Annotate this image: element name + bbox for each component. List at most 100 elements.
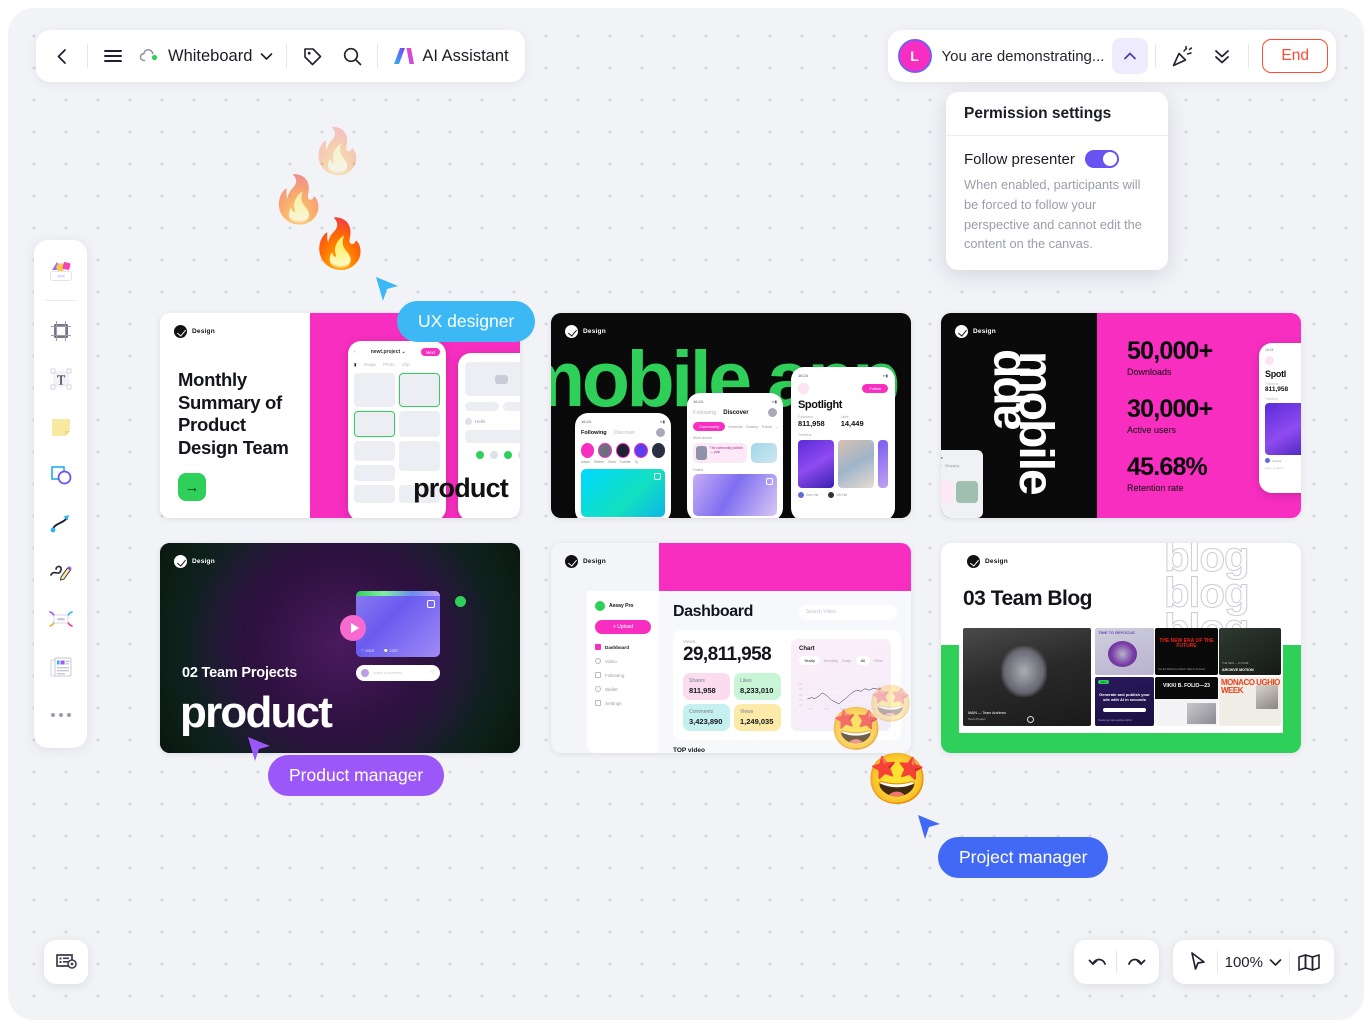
text-icon: T xyxy=(50,368,71,390)
whiteboard-canvas[interactable]: Design Monthly Summary of Product Design… xyxy=(8,8,1364,1020)
zoom-level-value: 100% xyxy=(1224,953,1263,971)
rail-item-comment[interactable] xyxy=(40,597,82,641)
card4-play-bubble xyxy=(340,615,366,641)
rail-item-pen[interactable] xyxy=(40,549,82,593)
rail-item-frame[interactable] xyxy=(40,309,82,353)
card6-tile-4: New Generate and publish your site with … xyxy=(1095,677,1154,726)
document-name-button[interactable]: Whiteboard xyxy=(133,36,281,76)
card1-arrow-button[interactable]: → xyxy=(178,473,206,502)
card6-title: 03 Team Blog xyxy=(963,587,1092,610)
rail-divider xyxy=(45,300,76,301)
card4-design-badge: Design xyxy=(174,555,215,568)
card5-stat-0: Shares 811,958 xyxy=(683,673,730,700)
cloud-icon xyxy=(139,49,158,62)
presenter-collapse-button[interactable] xyxy=(1112,38,1149,74)
card3-design-badge: Design xyxy=(955,325,996,338)
toolbar-divider xyxy=(377,44,379,68)
check-badge-icon xyxy=(174,325,187,338)
rail-item-more[interactable] xyxy=(40,693,82,737)
tool-rail[interactable]: T xyxy=(34,240,87,748)
undo-button[interactable] xyxy=(1078,944,1116,980)
card5-design-badge: Design xyxy=(565,555,606,568)
card1-pink-panel: ‹ newt.project ⌄ Next ▮ImagePhotoClip xyxy=(310,313,520,518)
board-card-stats[interactable]: Design mobile app FollowingDiscover Comm… xyxy=(941,313,1301,518)
rail-item-sticky-note[interactable] xyxy=(40,405,82,449)
board-card-team-projects[interactable]: Design ♡ 2018 💬 1307 Leave a comment... ♡… xyxy=(160,543,520,753)
fire-reaction-trail-2: 🔥 xyxy=(270,173,328,225)
board-card-team-blog[interactable]: Design blog blog blog 03 Team Blog MAIN … xyxy=(941,543,1301,753)
card2-phone-left: 16:24 ▪▪▮ Following Discover Adam Tebbie… xyxy=(575,413,671,518)
svg-text:Feb 03: Feb 03 xyxy=(824,709,829,711)
svg-text:4000: 4000 xyxy=(799,689,803,691)
card5-search-input[interactable]: Search Video xyxy=(799,604,897,620)
frame-icon xyxy=(50,321,71,341)
svg-text:3000: 3000 xyxy=(799,694,803,696)
top-toolbar: Whiteboard AI Assistant xyxy=(36,30,525,82)
svg-text:T: T xyxy=(56,374,65,389)
undo-icon xyxy=(1088,958,1106,965)
card2-phone-spotlight: 16:24 ▪▪▮ Follow Spotlight Followers 811,… xyxy=(791,367,895,518)
rail-item-document[interactable] xyxy=(40,645,82,689)
card4-eyebrow: 02 Team Projects xyxy=(182,665,298,681)
comment-icon xyxy=(48,611,73,627)
follow-presenter-toggle[interactable] xyxy=(1084,150,1119,168)
toolbar-divider xyxy=(87,44,88,68)
rail-item-text[interactable]: T xyxy=(40,357,82,401)
card6-tile-5: VIKKI B. FOLIO—23 xyxy=(1155,677,1218,726)
zoom-level-button[interactable]: 100% xyxy=(1218,944,1289,980)
card6-tile-6: MONACO UGHIO WEEK xyxy=(1219,677,1281,726)
card5-stat-3: Views 1,249,035 xyxy=(734,704,781,731)
card3-black-panel: Design mobile app FollowingDiscover Comm… xyxy=(941,313,1097,518)
cursor-product-manager-label: Product manager xyxy=(268,755,445,796)
permission-settings-popover: Permission settings Follow presenter Whe… xyxy=(946,92,1168,271)
card3-vertical-word-app: app xyxy=(978,351,1031,431)
ai-assistant-button[interactable]: AI Assistant xyxy=(383,36,518,76)
hamburger-icon xyxy=(104,50,122,62)
card6-tile-main: MAIN — Team Archives Team Project xyxy=(963,628,1091,726)
cursor-ux-designer: UX designer xyxy=(374,275,536,342)
card5-pink-header xyxy=(659,543,911,591)
board-card-mobile-app[interactable]: Design mobile app 16:24 ▪▪▮ Following Dis… xyxy=(551,313,911,518)
party-popper-icon xyxy=(1172,45,1193,66)
follow-presenter-row: Follow presenter xyxy=(964,150,1150,168)
toolbar-divider xyxy=(286,44,288,68)
chevron-down-icon xyxy=(261,52,273,60)
presenter-more-button[interactable] xyxy=(1203,37,1241,75)
avatar[interactable]: L xyxy=(897,39,932,73)
menu-button[interactable] xyxy=(93,36,133,76)
presentation-mode-button[interactable] xyxy=(44,940,88,984)
tag-button[interactable] xyxy=(292,36,332,76)
card5-upload-button[interactable]: + Upload xyxy=(595,620,651,634)
pages-icon xyxy=(1298,953,1320,971)
end-presentation-button[interactable]: End xyxy=(1262,39,1328,73)
permission-popover-body: Follow presenter When enabled, participa… xyxy=(946,136,1168,270)
check-badge-icon xyxy=(565,325,578,338)
presenter-bar: L You are demonstrating... End xyxy=(887,30,1336,82)
card4-green-dot xyxy=(455,596,466,607)
card5-stat-2: Comments 3,423,890 xyxy=(683,704,730,731)
card6-tile-3: THE NEW — FUTURE ARCHIVE MOTION xyxy=(1219,628,1281,675)
reaction-button[interactable] xyxy=(1163,37,1201,75)
search-button[interactable] xyxy=(332,36,372,76)
card4-comment-input: Leave a comment... ♡ xyxy=(356,665,440,681)
pages-button[interactable] xyxy=(1290,944,1328,980)
select-tool-button[interactable] xyxy=(1179,944,1217,980)
redo-button[interactable] xyxy=(1117,944,1155,980)
presenter-status-text: You are demonstrating... xyxy=(941,47,1105,65)
card3-pink-panel: 50,000+ Downloads 30,000+ Active users 4… xyxy=(1097,313,1301,518)
fire-reaction-trail-3: 🔥 xyxy=(310,218,370,271)
back-button[interactable] xyxy=(42,36,82,76)
card3-phone-peek: 16:24 Spotl Followers 811,958 Trending S… xyxy=(1259,343,1301,493)
rail-item-connector[interactable] xyxy=(40,501,82,545)
board-card-monthly-summary[interactable]: Design Monthly Summary of Product Design… xyxy=(160,313,520,518)
rail-item-templates[interactable] xyxy=(40,249,82,293)
card5-sidebar: Aeeay Pro + Upload Dashboard Video Follo… xyxy=(587,591,659,753)
search-icon xyxy=(343,47,362,65)
rail-item-shapes[interactable] xyxy=(40,453,82,497)
ai-logo-icon xyxy=(394,48,415,64)
check-badge-icon xyxy=(565,555,578,568)
undo-redo-group xyxy=(1074,940,1159,984)
svg-text:5000: 5000 xyxy=(799,684,803,686)
zoom-controls-group: 100% xyxy=(1172,940,1334,984)
star-struck-reaction-trail-3: 🤩 xyxy=(866,751,929,807)
